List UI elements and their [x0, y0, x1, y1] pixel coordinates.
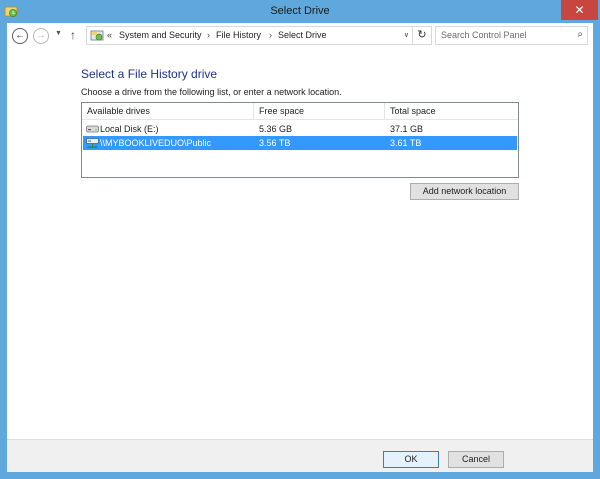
breadcrumb-system-and-security[interactable]: System and Security	[119, 30, 202, 40]
select-drive-window: Select Drive ✕ ← → ▼ ↑ « System and Secu…	[0, 0, 600, 479]
refresh-button[interactable]: ↻	[412, 27, 431, 44]
close-button[interactable]: ✕	[561, 0, 598, 20]
breadcrumb-separator[interactable]: ›	[269, 30, 272, 40]
recent-locations-dropdown[interactable]: ▼	[55, 30, 62, 37]
back-arrow-icon: ←	[15, 30, 25, 41]
column-header-free-space[interactable]: Free space	[254, 103, 385, 120]
client-area: ← → ▼ ↑ « System and Security › File His…	[7, 23, 593, 472]
close-icon: ✕	[574, 3, 585, 17]
drive-total-space: 37.1 GB	[390, 124, 424, 134]
back-button[interactable]: ←	[12, 28, 28, 44]
cancel-button[interactable]: Cancel	[448, 451, 504, 468]
address-dropdown-icon[interactable]: ∨	[404, 31, 409, 39]
column-header-total-space[interactable]: Total space	[385, 103, 518, 120]
drive-total-space: 3.61 TB	[390, 138, 422, 148]
breadcrumb-select-drive[interactable]: Select Drive	[278, 30, 327, 40]
drive-row[interactable]: Local Disk (E:) 5.36 GB 37.1 GB	[83, 122, 517, 136]
drive-row-selected[interactable]: \\MYBOOKLIVEDUO\Public 3.56 TB 3.61 TB	[83, 136, 517, 150]
drive-name: Local Disk (E:)	[100, 124, 159, 134]
ok-button[interactable]: OK	[383, 451, 439, 468]
address-bar[interactable]: « System and Security › File History › S…	[86, 26, 432, 45]
instruction-text: Choose a drive from the following list, …	[81, 87, 342, 97]
up-button[interactable]: ↑	[70, 28, 76, 42]
forward-arrow-icon: →	[36, 30, 46, 41]
drive-list-header: Available drives Free space Total space	[82, 103, 518, 120]
window-title: Select Drive	[270, 5, 330, 17]
network-drive-icon	[86, 138, 99, 148]
forward-button[interactable]: →	[33, 28, 49, 44]
drive-list[interactable]: Available drives Free space Total space …	[81, 102, 519, 178]
drive-free-space: 3.56 TB	[259, 138, 291, 148]
column-header-available-drives[interactable]: Available drives	[82, 103, 254, 120]
title-bar[interactable]: Select Drive ✕	[0, 0, 600, 23]
control-panel-icon	[90, 30, 104, 41]
drive-name: \\MYBOOKLIVEDUO\Public	[100, 138, 212, 148]
page-title: Select a File History drive	[81, 67, 218, 81]
breadcrumb-file-history[interactable]: File History	[216, 30, 261, 40]
refresh-icon: ↻	[417, 29, 427, 41]
breadcrumb-separator[interactable]: ›	[207, 30, 210, 40]
breadcrumb-overflow[interactable]: «	[107, 30, 112, 40]
dialog-footer: OK Cancel	[7, 439, 593, 472]
drive-free-space: 5.36 GB	[259, 124, 293, 134]
local-disk-icon	[86, 125, 99, 133]
add-network-location-button[interactable]: Add network location	[410, 183, 519, 200]
search-input[interactable]: Search Control Panel	[441, 30, 527, 40]
search-icon[interactable]: ⌕	[577, 29, 583, 40]
search-box[interactable]: Search Control Panel ⌕	[435, 26, 588, 45]
navigation-bar: ← → ▼ ↑ « System and Security › File His…	[7, 23, 593, 49]
